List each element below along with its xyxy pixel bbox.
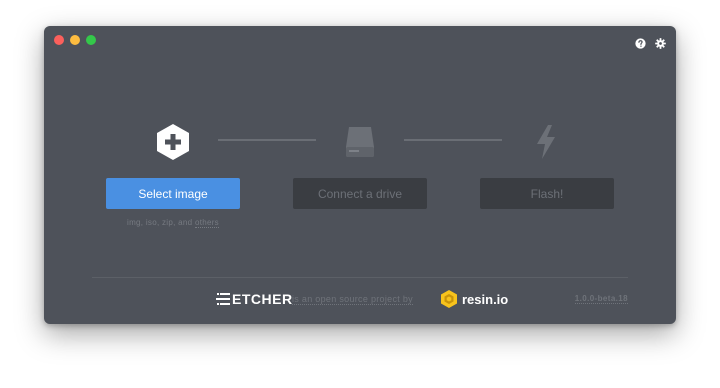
help-icon[interactable] <box>635 38 646 49</box>
version-label[interactable]: 1.0.0-beta.18 <box>574 294 628 304</box>
plus-icon <box>153 122 193 162</box>
flash-icon <box>526 122 566 162</box>
resin-logo-icon <box>441 290 457 308</box>
supported-formats-hint: img, iso, zip, and others <box>106 218 240 228</box>
zoom-window-button[interactable] <box>86 35 96 45</box>
drive-icon <box>340 122 380 162</box>
app-window: Select image Connect a drive Flash! img,… <box>44 26 676 324</box>
other-formats-link[interactable]: others <box>194 218 219 228</box>
connect-drive-button[interactable]: Connect a drive <box>293 178 427 209</box>
resin-logo-text: resin.io <box>462 291 509 307</box>
footer: ETCHER is an open source project by resi… <box>44 288 676 312</box>
window-controls <box>54 35 96 45</box>
etcher-logo[interactable]: ETCHER <box>216 291 293 307</box>
footer-divider <box>92 277 628 278</box>
steps-row <box>44 122 676 162</box>
step-connector <box>218 139 316 141</box>
top-right-icons <box>635 38 666 49</box>
flash-button[interactable]: Flash! <box>480 178 614 209</box>
resin-logo[interactable]: resin.io <box>440 289 508 309</box>
open-source-link[interactable]: is an open source project by <box>292 294 413 305</box>
select-image-button[interactable]: Select image <box>106 178 240 209</box>
step-connector <box>404 139 502 141</box>
close-window-button[interactable] <box>54 35 64 45</box>
minimize-window-button[interactable] <box>70 35 80 45</box>
supported-formats-text: img, iso, zip, and <box>127 218 195 227</box>
settings-icon[interactable] <box>655 38 666 49</box>
etcher-logo-icon <box>216 293 230 305</box>
etcher-logo-text: ETCHER <box>232 291 293 307</box>
